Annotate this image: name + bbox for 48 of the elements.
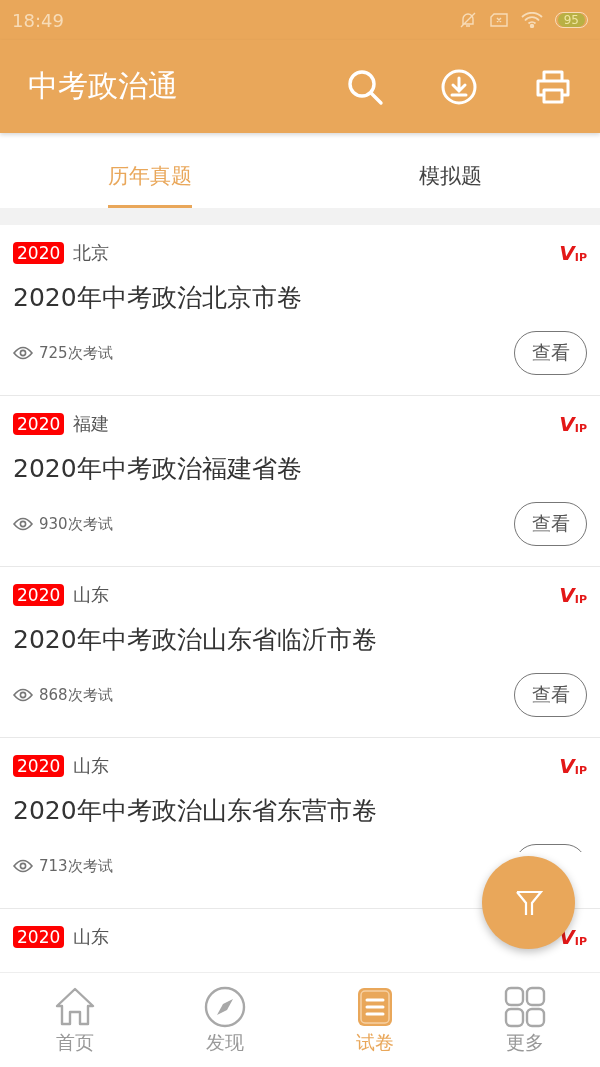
bell-muted-icon [458,11,477,29]
view-count: 713次考试 [39,856,113,876]
tab[interactable]: 模拟题 [418,133,482,208]
download-icon [440,67,478,106]
year-badge: 2020 [13,926,65,948]
tab[interactable]: 历年真题 [108,133,192,208]
grid-icon [504,986,546,1028]
compass-icon [204,986,246,1028]
view-count: 725次考试 [39,343,113,363]
view-button[interactable]: 查看 [514,673,587,717]
nav-tab[interactable]: 试卷 [300,973,450,1067]
eye-icon [13,346,33,360]
vip-logo: VIP [559,756,587,776]
sim-icon [488,12,509,28]
eye-icon [13,688,33,702]
paper-title: 2020年中考政治山东省东营市卷 [13,795,378,827]
region-label: 福建 [73,412,110,436]
region-label: 北京 [73,241,110,265]
paper-title: 2020年中考政治北京市卷 [13,282,303,314]
wifi-icon [520,12,543,28]
nav-tab[interactable]: 发现 [150,973,300,1067]
region-label: 山东 [73,583,110,607]
view-count: 868次考试 [39,685,113,705]
home-icon [54,986,96,1028]
filter-icon [514,888,543,917]
year-badge: 2020 [13,242,65,264]
app-title: 中考政治通 [28,67,178,105]
download-button[interactable] [440,67,478,106]
year-badge: 2020 [13,584,65,606]
view-button[interactable]: 查看 [514,331,587,375]
region-label: 山东 [73,754,110,778]
search-icon [346,67,384,106]
paper-title: 2020年中考政治福建省卷 [13,453,303,485]
view-button[interactable]: 查看 [514,502,587,546]
region-label: 山东 [73,925,110,949]
vip-logo: VIP [559,414,587,434]
eye-icon [13,517,33,531]
view-count: 930次考试 [39,514,113,534]
nav-tab[interactable]: 首页 [0,973,150,1067]
vip-logo: VIP [559,243,587,263]
year-badge: 2020 [13,755,65,777]
eye-icon [13,859,33,873]
vip-logo: VIP [559,585,587,605]
year-badge: 2020 [13,413,65,435]
search-button[interactable] [346,67,384,106]
clock: 18:49 [12,9,64,31]
nav-tab[interactable]: 更多 [450,973,600,1067]
paper-title: 2020年中考政治山东省临沂市卷 [13,624,378,656]
